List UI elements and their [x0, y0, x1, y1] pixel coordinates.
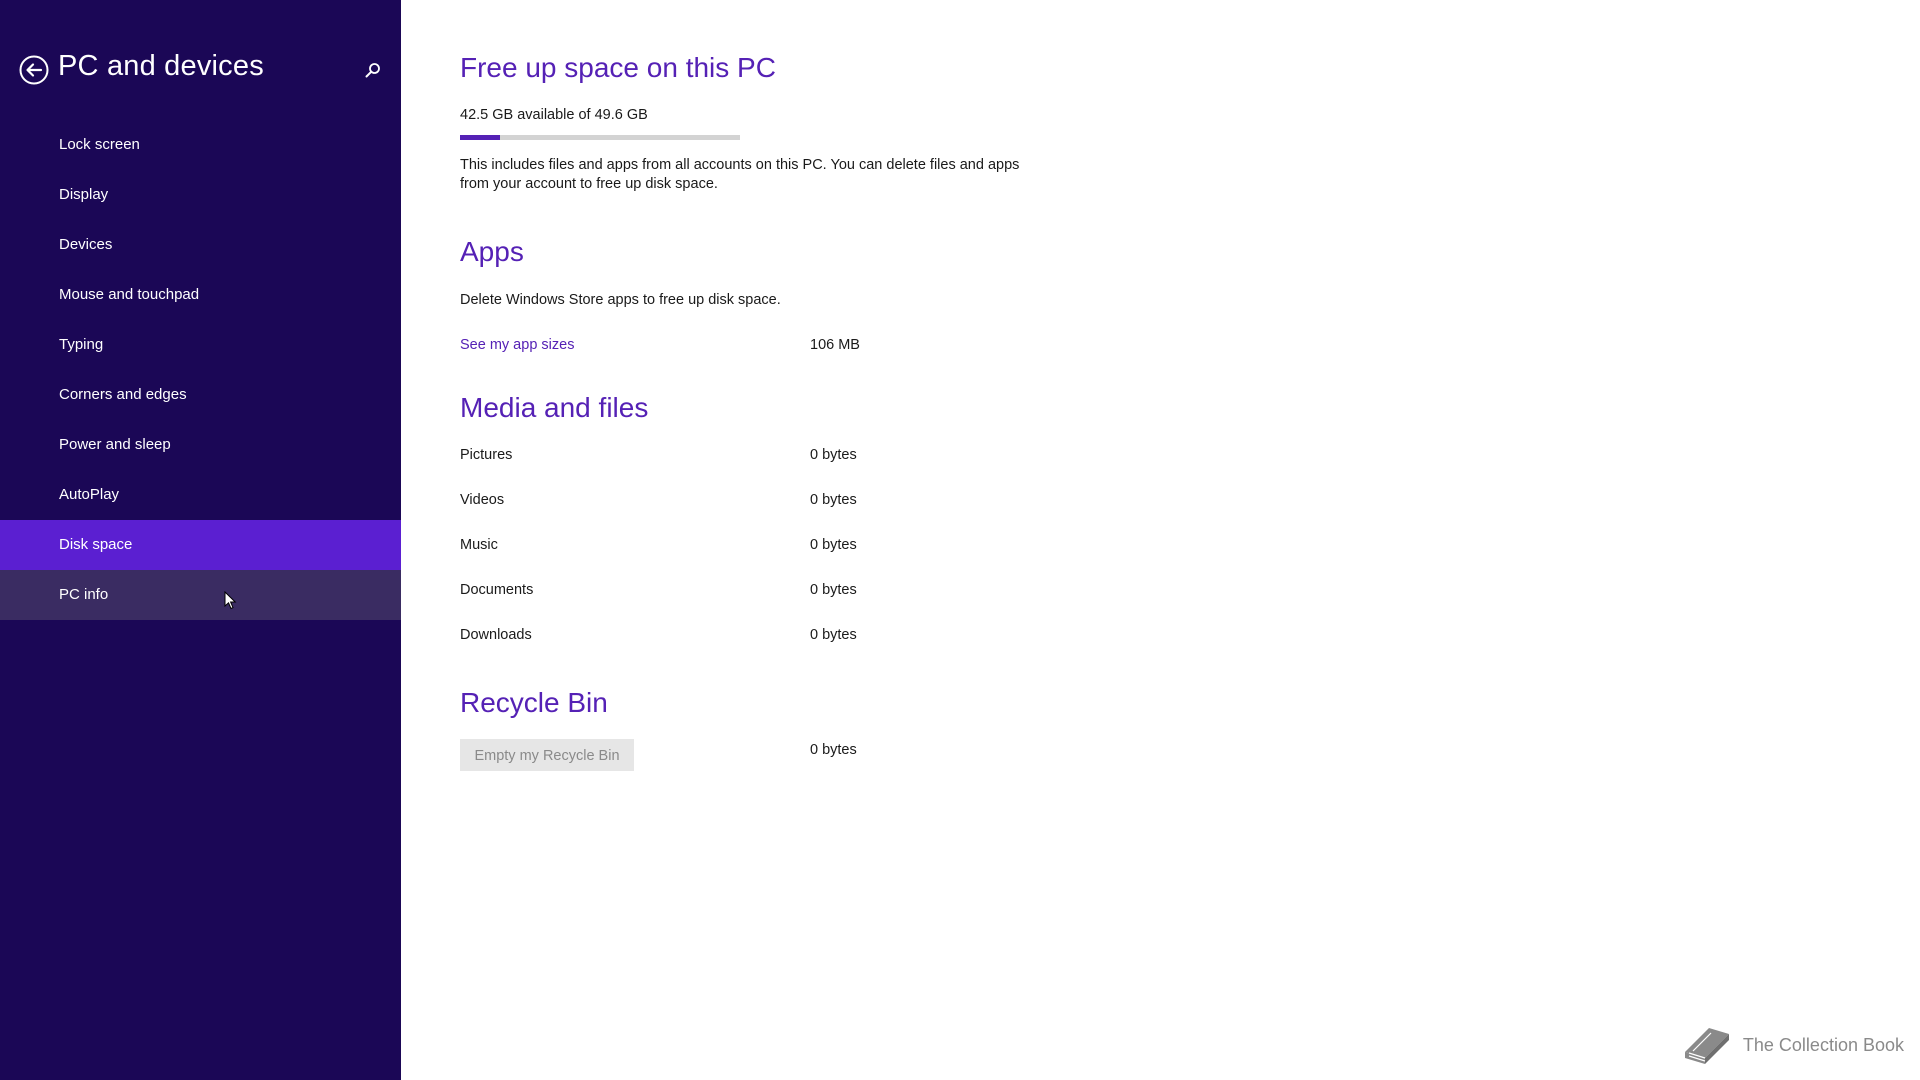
- watermark-text: The Collection Book: [1742, 1034, 1904, 1055]
- apps-heading: Apps: [460, 236, 524, 267]
- watermark: The Collection Book: [1679, 1022, 1904, 1068]
- sidebar-item-power-and-sleep[interactable]: Power and sleep: [0, 420, 401, 470]
- empty-recycle-bin-button[interactable]: Empty my Recycle Bin: [460, 739, 634, 771]
- sidebar-item-disk-space[interactable]: Disk space: [0, 520, 401, 570]
- media-row-value: 0 bytes: [810, 582, 857, 598]
- settings-window: PC and devices Lock screen Display Devic…: [0, 0, 1920, 1080]
- storage-progress-bar: [460, 135, 740, 140]
- media-row-value: 0 bytes: [810, 492, 857, 508]
- media-row-value: 0 bytes: [810, 627, 857, 643]
- media-row-label: Music: [460, 537, 498, 553]
- media-row-value: 0 bytes: [810, 447, 857, 463]
- sidebar: PC and devices Lock screen Display Devic…: [0, 0, 401, 1080]
- storage-progress-fill: [460, 135, 501, 140]
- mouse-pointer-icon: [224, 591, 237, 610]
- media-row-label: Downloads: [460, 627, 532, 643]
- sidebar-item-pc-info[interactable]: PC info: [0, 570, 401, 620]
- apps-description: Delete Windows Store apps to free up dis…: [460, 292, 781, 308]
- back-arrow-icon: [19, 55, 49, 85]
- search-button[interactable]: [363, 61, 383, 81]
- media-row-label: Documents: [460, 582, 534, 598]
- back-button[interactable]: [19, 55, 49, 85]
- sidebar-item-corners-and-edges[interactable]: Corners and edges: [0, 370, 401, 420]
- media-row-value: 0 bytes: [810, 537, 857, 553]
- sidebar-nav: Lock screen Display Devices Mouse and to…: [0, 120, 401, 620]
- recycle-bin-size-value: 0 bytes: [810, 742, 857, 758]
- sidebar-item-display[interactable]: Display: [0, 170, 401, 220]
- page-title: PC and devices: [58, 50, 264, 82]
- media-row-label: Videos: [460, 492, 505, 508]
- sidebar-item-autoplay[interactable]: AutoPlay: [0, 470, 401, 520]
- media-heading: Media and files: [460, 392, 649, 423]
- media-row-label: Pictures: [460, 447, 513, 463]
- book-icon: [1684, 1028, 1729, 1064]
- main-title: Free up space on this PC: [460, 52, 776, 83]
- apps-size-value: 106 MB: [810, 337, 860, 353]
- sidebar-item-devices[interactable]: Devices: [0, 220, 401, 270]
- storage-available-text: 42.5 GB available of 49.6 GB: [460, 107, 648, 123]
- storage-description: This includes files and apps from all ac…: [460, 157, 1020, 192]
- recycle-bin-heading: Recycle Bin: [460, 687, 608, 718]
- sidebar-item-mouse-and-touchpad[interactable]: Mouse and touchpad: [0, 270, 401, 320]
- search-icon: [365, 63, 380, 78]
- sidebar-item-typing[interactable]: Typing: [0, 320, 401, 370]
- see-my-app-sizes-link[interactable]: See my app sizes: [460, 337, 574, 353]
- sidebar-item-lock-screen[interactable]: Lock screen: [0, 120, 401, 170]
